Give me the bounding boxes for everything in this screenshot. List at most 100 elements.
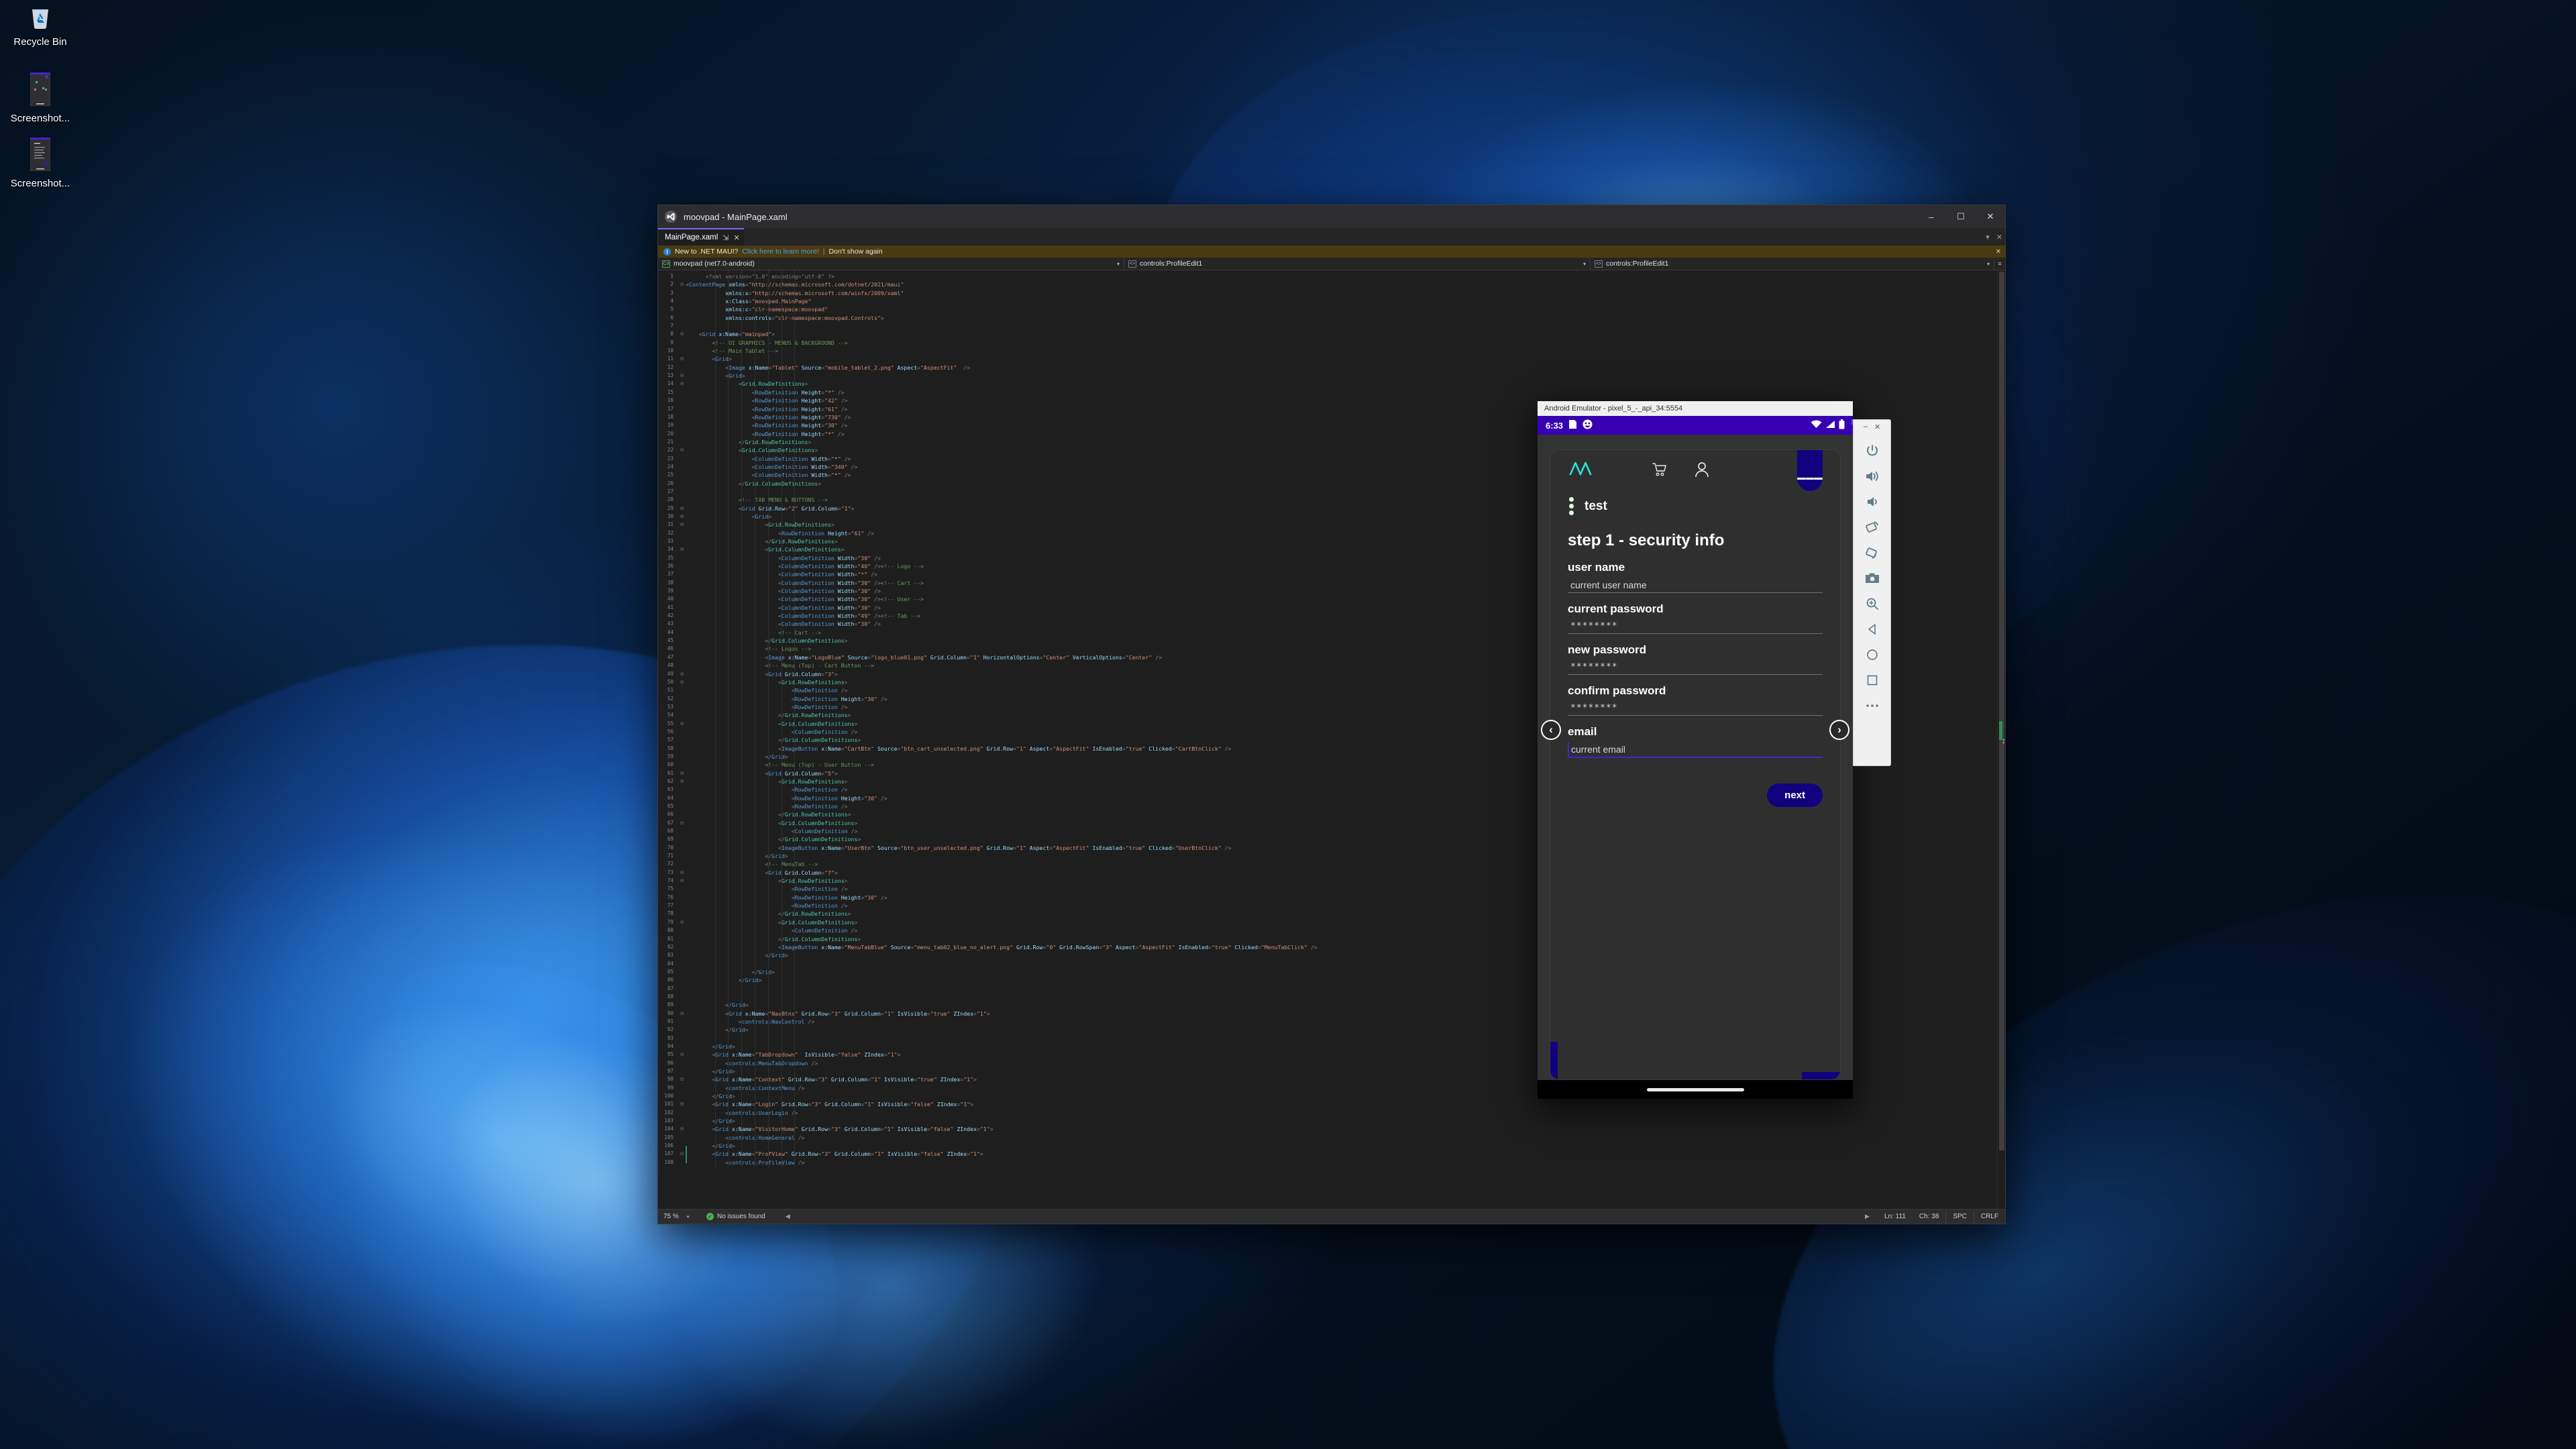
status-line-endings[interactable]: CRLF bbox=[1973, 1210, 2005, 1223]
infobar-learn-more-link[interactable]: Click here to learn more! bbox=[742, 248, 818, 256]
gesture-home-pill[interactable] bbox=[1646, 1087, 1744, 1091]
chevron-down-icon[interactable]: ▾ bbox=[1117, 261, 1120, 267]
scroll-right-icon[interactable]: ▶ bbox=[1857, 1213, 1878, 1220]
fold-toggle-icon[interactable]: ⊟ bbox=[678, 446, 686, 454]
fold-toggle-icon[interactable]: ⊟ bbox=[678, 504, 686, 513]
code-line[interactable]: 106 </Grid> bbox=[658, 1142, 2005, 1150]
close-button[interactable]: ✕ bbox=[1874, 423, 1880, 431]
zoom-icon[interactable] bbox=[1860, 591, 1885, 616]
three-dots-icon[interactable] bbox=[1569, 497, 1574, 515]
volume-up-icon[interactable] bbox=[1860, 464, 1885, 489]
emulator-screen[interactable]: 6:33 test step 1 - security info user na… bbox=[1538, 416, 1853, 1099]
code-line[interactable]: 13 ⊟ <Grid> bbox=[658, 372, 2005, 380]
fold-toggle-icon[interactable]: ⊟ bbox=[678, 819, 686, 827]
fold-toggle-icon[interactable]: ⊟ bbox=[678, 1010, 686, 1018]
fold-toggle-icon[interactable]: ⊟ bbox=[678, 545, 686, 553]
hamburger-menu-icon[interactable] bbox=[1797, 450, 1823, 491]
infobar-dont-show-again-link[interactable]: Don't show again bbox=[828, 248, 882, 256]
home-icon[interactable] bbox=[1860, 642, 1885, 667]
close-icon[interactable]: ✕ bbox=[1996, 233, 2002, 241]
nav-next-button[interactable]: › bbox=[1829, 720, 1849, 740]
code-line[interactable]: 6 xmlns:controls="clr-namespace:moovpad.… bbox=[658, 314, 2005, 322]
overview-icon[interactable] bbox=[1860, 667, 1885, 693]
user-account-icon[interactable] bbox=[1695, 462, 1709, 481]
email-input[interactable]: current email bbox=[1568, 743, 1823, 758]
close-icon[interactable]: ✕ bbox=[1996, 248, 2001, 256]
user-name-input[interactable]: current user name bbox=[1568, 578, 1823, 593]
close-button[interactable]: ✕ bbox=[1976, 205, 2005, 228]
code-line[interactable]: 2 ⊟ <ContentPage xmlns="http://schemas.mic… bbox=[658, 280, 2005, 288]
navbar-type-selector-2[interactable]: <> controls:ProfileEdit1 ▾ bbox=[1591, 258, 1994, 270]
confirm-password-input[interactable]: ******** bbox=[1568, 702, 1823, 716]
fold-toggle-icon[interactable]: ⊟ bbox=[678, 521, 686, 529]
zoom-level-selector[interactable]: 75 % ▾ bbox=[658, 1213, 700, 1220]
code-line[interactable]: 14 ⊟ <Grid.RowDefinitions> bbox=[658, 380, 2005, 388]
minimize-button[interactable]: – bbox=[1864, 423, 1868, 431]
code-line[interactable]: 5 xmlns:c="clr-namespace:moovpad" bbox=[658, 305, 2005, 313]
fold-toggle-icon[interactable]: ⊟ bbox=[678, 330, 686, 338]
rotate-right-icon[interactable] bbox=[1860, 540, 1885, 566]
next-button[interactable]: next bbox=[1767, 784, 1823, 807]
scroll-left-icon[interactable]: ◀ bbox=[786, 1213, 790, 1220]
navbar-type-selector-1[interactable]: <> controls:ProfileEdit1 ▾ bbox=[1124, 258, 1591, 270]
desktop-icon-screenshot-1[interactable]: Screenshot... bbox=[0, 72, 80, 124]
volume-down-icon[interactable] bbox=[1860, 489, 1885, 515]
code-line[interactable]: 10 <!-- Main Tablet --> bbox=[658, 347, 2005, 355]
more-icon[interactable] bbox=[1860, 693, 1885, 718]
shopping-cart-icon[interactable] bbox=[1652, 462, 1667, 480]
code-line[interactable]: 104 ⊟ <Grid x:Name="VisitorHome" Grid.Row… bbox=[658, 1125, 2005, 1133]
code-line[interactable]: 11 ⊟ <Grid> bbox=[658, 355, 2005, 363]
fold-toggle-icon[interactable]: ⊟ bbox=[678, 777, 686, 786]
scrollbar-thumb[interactable] bbox=[1999, 272, 2004, 1150]
code-line[interactable]: 8 ⊟ <Grid x:Name="mainpad"> bbox=[658, 330, 2005, 338]
code-line[interactable]: 108 <controls:ProfileView /> bbox=[658, 1159, 2005, 1167]
minimize-button[interactable]: – bbox=[1917, 205, 1946, 228]
fold-toggle-icon[interactable]: ⊟ bbox=[678, 1075, 686, 1083]
issues-indicator[interactable]: ✓ No issues found bbox=[706, 1213, 765, 1220]
fold-toggle-icon[interactable]: ⊟ bbox=[678, 380, 686, 388]
navbar-project-selector[interactable]: C# moovpad (net7.0-android) ▾ bbox=[658, 258, 1124, 270]
status-indentation[interactable]: SPC bbox=[1945, 1210, 1974, 1223]
fold-toggle-icon[interactable]: ⊟ bbox=[678, 769, 686, 777]
tab-mainpage-xaml[interactable]: MainPage.xaml ⇲ ✕ bbox=[658, 228, 744, 246]
context-menu-row[interactable]: test bbox=[1550, 492, 1840, 515]
fold-toggle-icon[interactable]: ⊟ bbox=[678, 513, 686, 521]
fold-toggle-icon[interactable]: ⊟ bbox=[678, 678, 686, 686]
fold-toggle-icon[interactable]: ⊟ bbox=[678, 877, 686, 885]
code-line[interactable]: 15 <RowDefinition Height="*" /> bbox=[658, 388, 2005, 396]
back-icon[interactable] bbox=[1860, 616, 1885, 642]
power-icon[interactable] bbox=[1860, 438, 1885, 464]
fold-toggle-icon[interactable]: ⊟ bbox=[678, 869, 686, 877]
rotate-left-icon[interactable] bbox=[1860, 515, 1885, 540]
fold-toggle-icon[interactable]: ⊟ bbox=[678, 720, 686, 728]
code-line[interactable]: 1 <?xml version="1.0" encoding="utf-8" ?… bbox=[658, 272, 2005, 280]
chevron-down-icon[interactable]: ▾ bbox=[687, 1214, 690, 1220]
code-line[interactable]: 3 xmlns:x="http://schemas.microsoft.com/… bbox=[658, 289, 2005, 297]
code-line[interactable]: 105 <controls:HomeGeneral /> bbox=[658, 1134, 2005, 1142]
current-password-input[interactable]: ******** bbox=[1568, 620, 1823, 634]
new-password-input[interactable]: ******** bbox=[1568, 661, 1823, 675]
fold-toggle-icon[interactable]: ⊟ bbox=[678, 1125, 686, 1133]
code-line[interactable]: 107 ⊟ <Grid x:Name="ProfView" Grid.Row="3… bbox=[658, 1150, 2005, 1158]
fold-toggle-icon[interactable]: ⊟ bbox=[678, 1150, 686, 1158]
fold-toggle-icon[interactable]: ⊟ bbox=[678, 280, 686, 288]
chevron-down-icon[interactable]: ▾ bbox=[1583, 261, 1586, 267]
pin-icon[interactable]: ⇲ bbox=[722, 233, 729, 242]
fold-toggle-icon[interactable]: ⊟ bbox=[678, 1100, 686, 1108]
chevron-down-icon[interactable]: ▾ bbox=[1986, 233, 1990, 241]
split-view-button[interactable]: ≡ bbox=[1994, 258, 2005, 270]
fold-toggle-icon[interactable]: ⊟ bbox=[678, 670, 686, 678]
nav-previous-button[interactable]: ‹ bbox=[1541, 720, 1561, 740]
maximize-button[interactable]: ☐ bbox=[1946, 205, 1976, 228]
close-icon[interactable]: ✕ bbox=[733, 233, 739, 242]
fold-toggle-icon[interactable]: ⊟ bbox=[678, 918, 686, 926]
fold-toggle-icon[interactable]: ⊟ bbox=[678, 1051, 686, 1059]
code-line[interactable]: 103 </Grid> bbox=[658, 1117, 2005, 1125]
fold-toggle-icon[interactable]: ⊟ bbox=[678, 355, 686, 363]
moovpad-logo-icon[interactable] bbox=[1569, 461, 1593, 479]
camera-icon[interactable] bbox=[1860, 566, 1885, 591]
desktop-icon-screenshot-2[interactable]: Screenshot... bbox=[0, 137, 80, 189]
code-line[interactable]: 7 bbox=[658, 322, 2005, 330]
code-line[interactable]: 9 <!-- UI GRAPHICS - MENUS & BACKGROUND … bbox=[658, 339, 2005, 347]
code-line[interactable]: 102 <controls:UserLogin /> bbox=[658, 1109, 2005, 1117]
